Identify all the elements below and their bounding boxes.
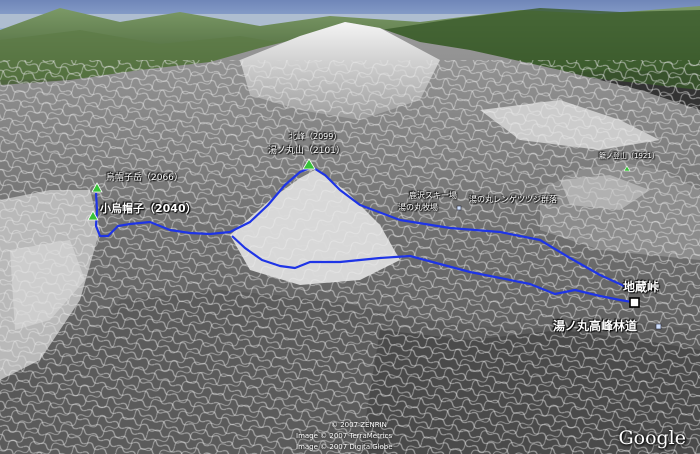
- terrain-view: [0, 0, 700, 454]
- credit-digitalglobe: Image © 2007 DigitalGlobe: [296, 443, 393, 451]
- label-koeboshi: 小烏帽子（2040）: [100, 202, 197, 215]
- label-tsutsuji: 湯の丸レンゲツツジ群落: [469, 195, 557, 204]
- label-ski: 鹿沢スキー場: [409, 191, 457, 200]
- label-eboshi: 烏帽子岳（2066）: [106, 173, 183, 183]
- label-rindo: 湯ノ丸高峰林道: [553, 319, 638, 333]
- label-kaminokura: 籠ノ登山（1921）: [599, 152, 659, 160]
- label-yunomaru: 湯ノ丸山（2101）: [268, 146, 345, 156]
- credit-terrametrics: Image © 2007 TerraMetrics: [296, 432, 393, 440]
- place-marker-ski: [456, 205, 462, 211]
- label-kitamine: 北峰（2099）: [289, 132, 342, 141]
- pass-marker-jizo: [629, 297, 640, 308]
- google-logo: Google: [618, 427, 686, 449]
- place-marker-rindo: [655, 323, 662, 330]
- label-bokujo: 湯の丸牧場: [398, 203, 438, 212]
- label-jizo: 地蔵峠: [623, 280, 660, 294]
- map-view[interactable]: 烏帽子岳（2066） 小烏帽子（2040） 北峰（2099） 湯ノ丸山（2101…: [0, 0, 700, 454]
- credit-zenrin: © 2007 ZENRIN: [331, 421, 387, 429]
